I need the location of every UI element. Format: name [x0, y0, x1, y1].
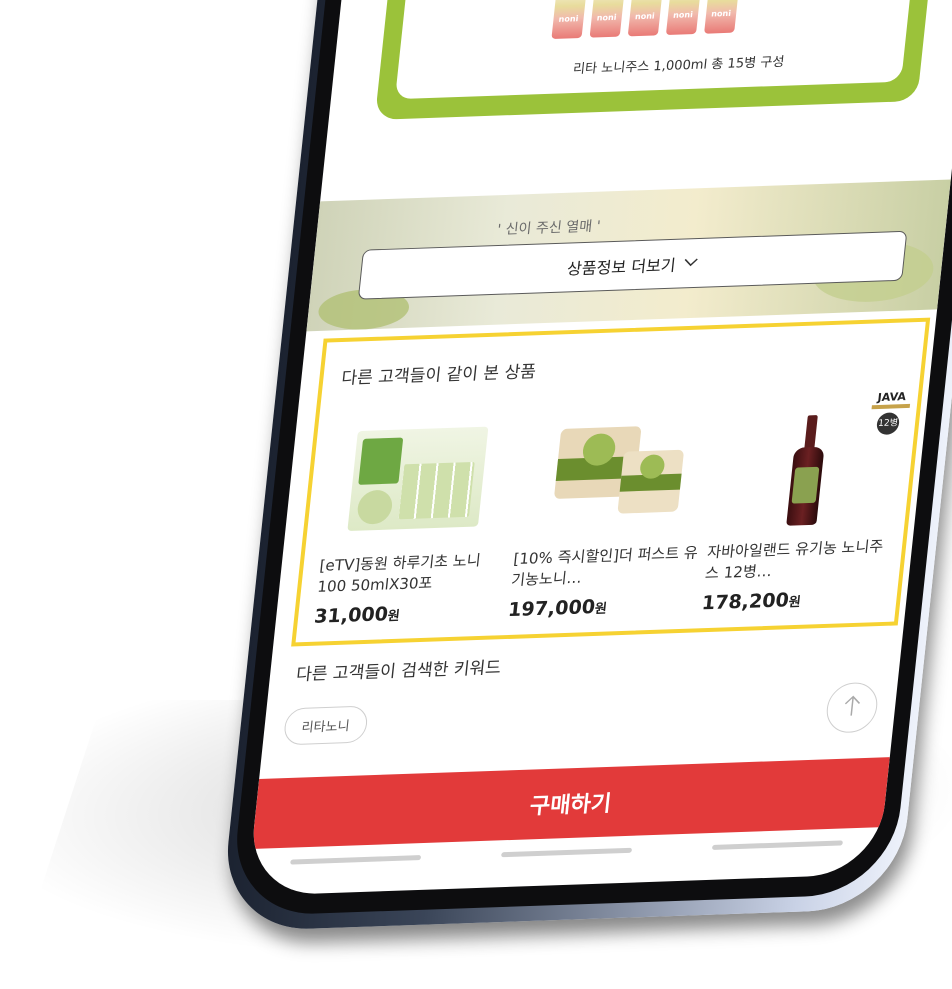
- product-price: 31,000원: [313, 603, 401, 628]
- home-indicator: [290, 855, 422, 865]
- bottle-image: noni: [627, 0, 664, 37]
- banner-quote: ' 신이 주신 열매 ': [496, 218, 602, 239]
- buy-button[interactable]: 구매하기: [251, 757, 890, 849]
- product-image[interactable]: [316, 405, 524, 542]
- product-price: 178,200원: [700, 589, 802, 615]
- product-image[interactable]: [510, 399, 718, 536]
- related-products-section: 다른 고객들이 같이 본 상품 [eTV]동원 하루기초 노니100 50mlX…: [291, 317, 931, 647]
- bottle-image: noni: [665, 0, 702, 36]
- scroll-top-button[interactable]: [824, 681, 880, 734]
- promo-caption: 리타 노니주스 1,000ml 총 15병 구성: [572, 54, 786, 78]
- home-indicator: [501, 847, 633, 858]
- product-name[interactable]: 자바아일랜드 유기농 노니주스 12병…: [698, 536, 896, 585]
- brand-logo: JAVA: [871, 390, 912, 410]
- phone-device: noni noni noni noni noni 리타 노니주스 1,000ml…: [218, 0, 952, 932]
- phone-screen: noni noni noni noni noni 리타 노니주스 1,000ml…: [246, 0, 952, 896]
- product-card[interactable]: [eTV]동원 하루기초 노니100 50mlX30포 31,000원: [307, 405, 524, 628]
- product-list: [eTV]동원 하루기초 노니100 50mlX30포 31,000원 [10%…: [307, 390, 912, 628]
- section-title: 다른 고객들이 같이 본 상품: [340, 362, 537, 389]
- phone-bezel: noni noni noni noni noni 리타 노니주스 1,000ml…: [228, 0, 952, 917]
- phone-mockup: noni noni noni noni noni 리타 노니주스 1,000ml…: [0, 0, 952, 989]
- product-detail-banner: ' 신이 주신 열매 ' 상품정보 더보기: [306, 179, 951, 332]
- arrow-up-icon: [840, 693, 863, 722]
- chevron-down-icon: [683, 255, 699, 271]
- bottle-image: noni: [551, 0, 587, 40]
- promo-bottles: noni noni noni noni noni: [551, 0, 740, 40]
- bottle-image: noni: [589, 0, 625, 38]
- product-card[interactable]: [10% 즉시할인]더 퍼스트 유기농노니… 197,000원: [501, 399, 718, 622]
- quantity-badge: 12병: [875, 412, 901, 435]
- keyword-chip[interactable]: 리타노니: [282, 705, 369, 746]
- product-card[interactable]: JAVA 12병 자바아일랜드 유기농 노니주스 12병… 178,200원: [695, 390, 912, 615]
- bottle-image: noni: [704, 0, 740, 34]
- more-info-label: 상품정보 더보기: [566, 255, 677, 279]
- home-indicator: [711, 840, 843, 850]
- product-price: 197,000원: [506, 596, 608, 622]
- product-image[interactable]: JAVA 12병: [704, 390, 912, 529]
- promo-card: noni noni noni noni noni 리타 노니주스 1,000ml…: [374, 0, 937, 120]
- promo-card-inner: noni noni noni noni noni 리타 노니주스 1,000ml…: [394, 0, 919, 100]
- product-name[interactable]: [10% 즉시할인]더 퍼스트 유기농노니…: [504, 543, 702, 592]
- product-name[interactable]: [eTV]동원 하루기초 노니100 50mlX30포: [310, 549, 508, 598]
- keywords-title: 다른 고객들이 검색한 키워드: [295, 658, 502, 686]
